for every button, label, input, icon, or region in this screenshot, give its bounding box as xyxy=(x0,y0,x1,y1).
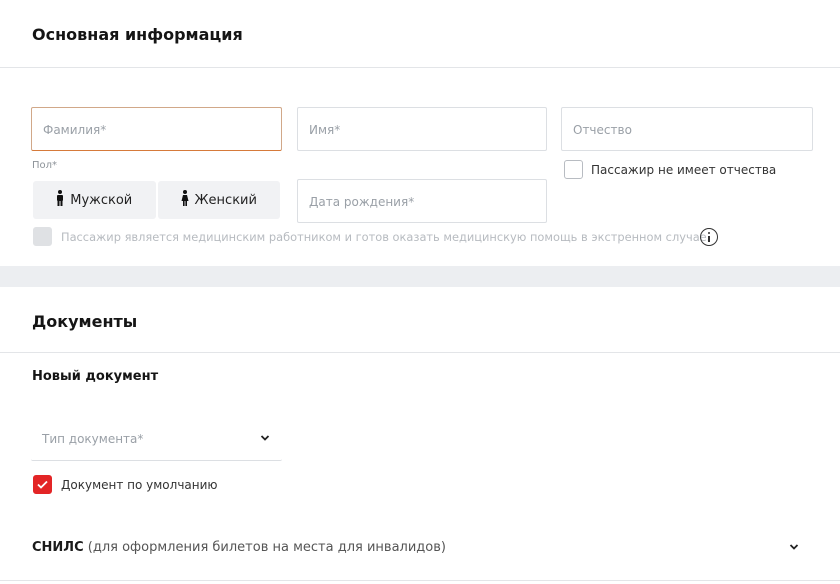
basic-info-divider xyxy=(0,67,840,68)
no-patronymic-checkbox[interactable] xyxy=(564,160,583,179)
new-document-title: Новый документ xyxy=(32,369,159,384)
gender-female-button[interactable]: Женский xyxy=(157,181,280,219)
birthdate-placeholder: Дата рождения* xyxy=(309,195,415,209)
surname-placeholder: Фамилия* xyxy=(43,123,107,137)
gender-selector: Мужской Женский xyxy=(33,181,280,219)
patronymic-field[interactable]: Отчество xyxy=(561,107,813,151)
doc-type-select[interactable]: Тип документа* xyxy=(31,417,282,461)
documents-title: Документы xyxy=(32,312,138,331)
snils-subtitle: (для оформления билетов на места для инв… xyxy=(87,540,446,555)
chevron-down-icon xyxy=(260,435,270,441)
bottom-divider xyxy=(0,580,840,581)
check-icon xyxy=(37,480,48,489)
gender-male-button[interactable]: Мужской xyxy=(33,181,156,219)
section-gap xyxy=(0,266,840,287)
doc-type-placeholder: Тип документа* xyxy=(42,432,144,446)
basic-info-section: Основная информация Фамилия* Имя* Отчест… xyxy=(0,0,840,266)
snils-toggle[interactable]: СНИЛС (для оформления билетов на места д… xyxy=(32,540,446,555)
patronymic-placeholder: Отчество xyxy=(573,123,632,137)
birthdate-field[interactable]: Дата рождения* xyxy=(297,179,547,223)
female-person-icon xyxy=(181,190,189,210)
info-icon[interactable] xyxy=(700,228,718,246)
medical-worker-checkbox[interactable] xyxy=(33,227,52,246)
gender-label: Пол* xyxy=(32,160,58,171)
snils-chevron-down-icon[interactable] xyxy=(789,543,799,551)
gender-male-label: Мужской xyxy=(70,192,133,208)
name-field[interactable]: Имя* xyxy=(297,107,547,151)
documents-divider xyxy=(0,352,840,353)
medical-worker-label: Пассажир является медицинским работником… xyxy=(61,230,711,244)
male-person-icon xyxy=(56,190,64,210)
no-patronymic-label: Пассажир не имеет отчества xyxy=(591,163,777,177)
name-placeholder: Имя* xyxy=(309,123,341,137)
default-doc-label: Документ по умолчанию xyxy=(61,478,218,492)
snils-title: СНИЛС xyxy=(32,540,84,555)
basic-info-title: Основная информация xyxy=(32,25,243,44)
default-doc-checkbox[interactable] xyxy=(33,475,52,494)
surname-field[interactable]: Фамилия* xyxy=(31,107,282,151)
gender-female-label: Женский xyxy=(194,192,257,208)
